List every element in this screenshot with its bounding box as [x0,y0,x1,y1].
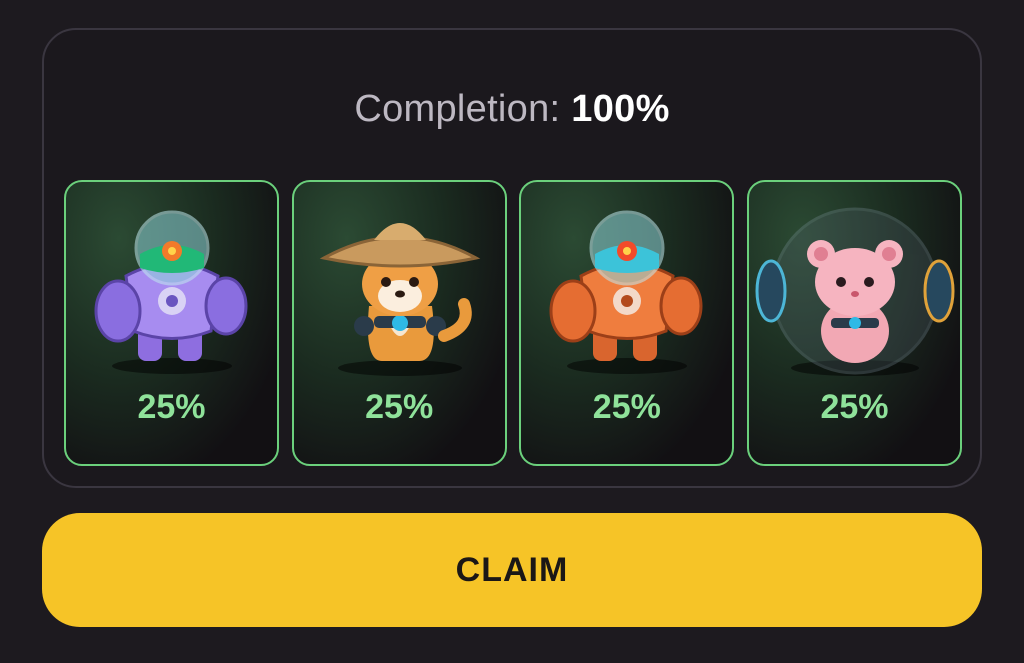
completion-value: 100% [571,88,670,130]
completion-label: Completion: [354,88,561,130]
card-shiba-dog[interactable]: 25% [291,180,507,466]
orange-mech-robot-icon [549,210,703,374]
card-purple-mech[interactable]: 25% [64,180,279,466]
shiba-dog-icon [319,223,480,376]
purple-mech-robot-icon [94,210,248,374]
card-percent: 25% [137,388,206,426]
card-percent: 25% [592,388,661,426]
card-row: 25% 25% 25% 25% [64,180,962,468]
claim-button[interactable]: CLAIM [42,513,982,627]
card-hamster-ball[interactable]: 25% [746,180,962,466]
card-orange-mech[interactable]: 25% [519,180,735,466]
card-percent: 25% [365,388,434,426]
hamster-ball-icon [755,207,955,376]
card-percent: 25% [820,388,889,426]
completion-text: Completion: 100% [0,88,1024,131]
